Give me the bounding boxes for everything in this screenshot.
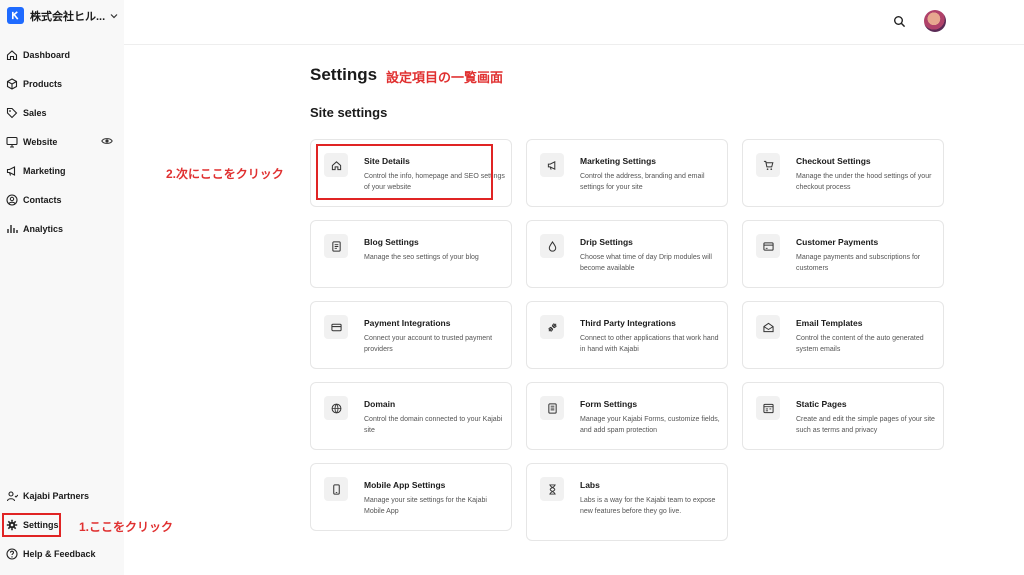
search-icon[interactable] [893, 15, 906, 28]
card-static-pages[interactable]: Static Pages Create and edit the simple … [742, 382, 944, 450]
card-title: Labs [580, 480, 600, 490]
drop-icon [540, 234, 564, 258]
sidebar-item-kajabi-partners[interactable]: Kajabi Partners [5, 486, 89, 506]
annotation-step1: 1.ここをクリック [79, 520, 174, 534]
sidebar-item-label: Website [23, 137, 58, 147]
card-description: Create and edit the simple pages of your… [796, 416, 935, 434]
card-checkout-settings[interactable]: Checkout Settings Manage the under the h… [742, 139, 944, 207]
annotation-step2: 2.次にここをクリック [166, 167, 284, 181]
sidebar-item-label: Contacts [23, 195, 62, 205]
card-title: Blog Settings [364, 237, 419, 247]
card-marketing-settings[interactable]: Marketing Settings Control the address, … [526, 139, 728, 207]
card-domain[interactable]: Domain Control the domain connected to y… [310, 382, 512, 450]
cart-icon [756, 153, 780, 177]
card-description: Manage your Kajabi Forms, customize fiel… [580, 416, 720, 434]
partners-icon [5, 490, 18, 503]
avatar[interactable] [924, 10, 946, 32]
card-form-settings[interactable]: Form Settings Manage your Kajabi Forms, … [526, 382, 728, 450]
globe-icon [324, 396, 348, 420]
sidebar-item-help-feedback[interactable]: Help & Feedback [5, 544, 96, 564]
card-description: Choose what time of day Drip modules wil… [580, 254, 712, 272]
eye-icon[interactable] [101, 136, 113, 146]
sidebar-item-sales[interactable]: Sales [5, 103, 47, 123]
card-mobile-app-settings[interactable]: Mobile App Settings Manage your site set… [310, 463, 512, 531]
header-divider [124, 44, 1024, 45]
mobile-icon [324, 477, 348, 501]
section-title: Site settings [310, 105, 388, 120]
sidebar-item-label: Kajabi Partners [23, 491, 90, 501]
site-name: 株式会社ヒル... [30, 10, 106, 23]
contact-icon [5, 194, 18, 207]
sidebar-item-label: Marketing [23, 166, 66, 176]
sidebar-item-label: Help & Feedback [23, 549, 96, 559]
sidebar-item-website[interactable]: Website [5, 132, 57, 152]
card-labs[interactable]: Labs Labs is a way for the Kajabi team t… [526, 463, 728, 541]
card-payment-integrations[interactable]: Payment Integrations Connect your accoun… [310, 301, 512, 369]
form-icon [540, 396, 564, 420]
card-description: Labs is a way for the Kajabi team to exp… [580, 497, 716, 515]
card-email-templates[interactable]: Email Templates Control the content of t… [742, 301, 944, 369]
card-third-party-integrations[interactable]: Third Party Integrations Connect to othe… [526, 301, 728, 369]
annotation-page: 設定項目の一覧画面 [386, 70, 504, 85]
annotation-highlight-site-details [316, 144, 493, 200]
sidebar-item-marketing[interactable]: Marketing [5, 161, 66, 181]
sidebar-item-label: Dashboard [23, 50, 71, 60]
card-title: Customer Payments [796, 237, 879, 247]
card-drip-settings[interactable]: Drip Settings Choose what time of day Dr… [526, 220, 728, 288]
chevron-down-icon [110, 13, 118, 18]
card-title: Marketing Settings [580, 156, 657, 166]
box-icon [5, 78, 18, 91]
chart-icon [5, 223, 18, 236]
page-icon [756, 396, 780, 420]
card-title: Domain [364, 399, 396, 409]
card-description: Connect your account to trusted payment … [364, 335, 493, 353]
home-icon [5, 49, 18, 62]
card-description: Connect to other applications that work … [580, 335, 719, 353]
sidebar-item-dashboard[interactable]: Dashboard [5, 45, 70, 65]
card-description: Manage the seo settings of your blog [364, 254, 479, 261]
card-icon [324, 315, 348, 339]
site-switcher[interactable]: 株式会社ヒル... [7, 7, 118, 24]
sidebar-item-label: Products [23, 79, 63, 89]
sidebar: 株式会社ヒル... Dashboard Products Sales Websi… [0, 0, 124, 575]
sidebar-item-label: Analytics [23, 224, 64, 234]
card-description: Manage payments and subscriptions for cu… [796, 254, 921, 272]
card-title: Static Pages [796, 399, 847, 409]
plug-icon [540, 315, 564, 339]
hourglass-icon [540, 477, 564, 501]
card-title: Drip Settings [580, 237, 633, 247]
card-title: Payment Integrations [364, 318, 451, 328]
sidebar-item-contacts[interactable]: Contacts [5, 190, 62, 210]
card-description: Manage your site settings for the Kajabi… [364, 497, 487, 515]
card-customer-payments[interactable]: Customer Payments Manage payments and su… [742, 220, 944, 288]
blog-icon [324, 234, 348, 258]
monitor-icon [5, 136, 18, 149]
help-icon [5, 548, 18, 561]
card-title: Email Templates [796, 318, 863, 328]
card-title: Mobile App Settings [364, 480, 446, 490]
tag-icon [5, 107, 18, 120]
sidebar-item-analytics[interactable]: Analytics [5, 219, 63, 239]
kajabi-logo-icon [7, 7, 24, 24]
page-title: Settings [310, 65, 378, 84]
card-blog-settings[interactable]: Blog Settings Manage the seo settings of… [310, 220, 512, 288]
sidebar-item-label: Sales [23, 108, 47, 118]
megaphone-icon [540, 153, 564, 177]
card-title: Form Settings [580, 399, 638, 409]
card-title: Third Party Integrations [580, 318, 676, 328]
card-description: Control the content of the auto generate… [796, 335, 924, 353]
payments-icon [756, 234, 780, 258]
card-description: Control the address, branding and email … [580, 173, 705, 191]
card-description: Control the domain connected to your Kaj… [364, 416, 503, 434]
email-icon [756, 315, 780, 339]
sidebar-item-products[interactable]: Products [5, 74, 62, 94]
card-description: Manage the under the hood settings of yo… [796, 173, 932, 191]
megaphone-icon [5, 165, 18, 178]
annotation-highlight-settings [2, 513, 61, 537]
card-title: Checkout Settings [796, 156, 871, 166]
